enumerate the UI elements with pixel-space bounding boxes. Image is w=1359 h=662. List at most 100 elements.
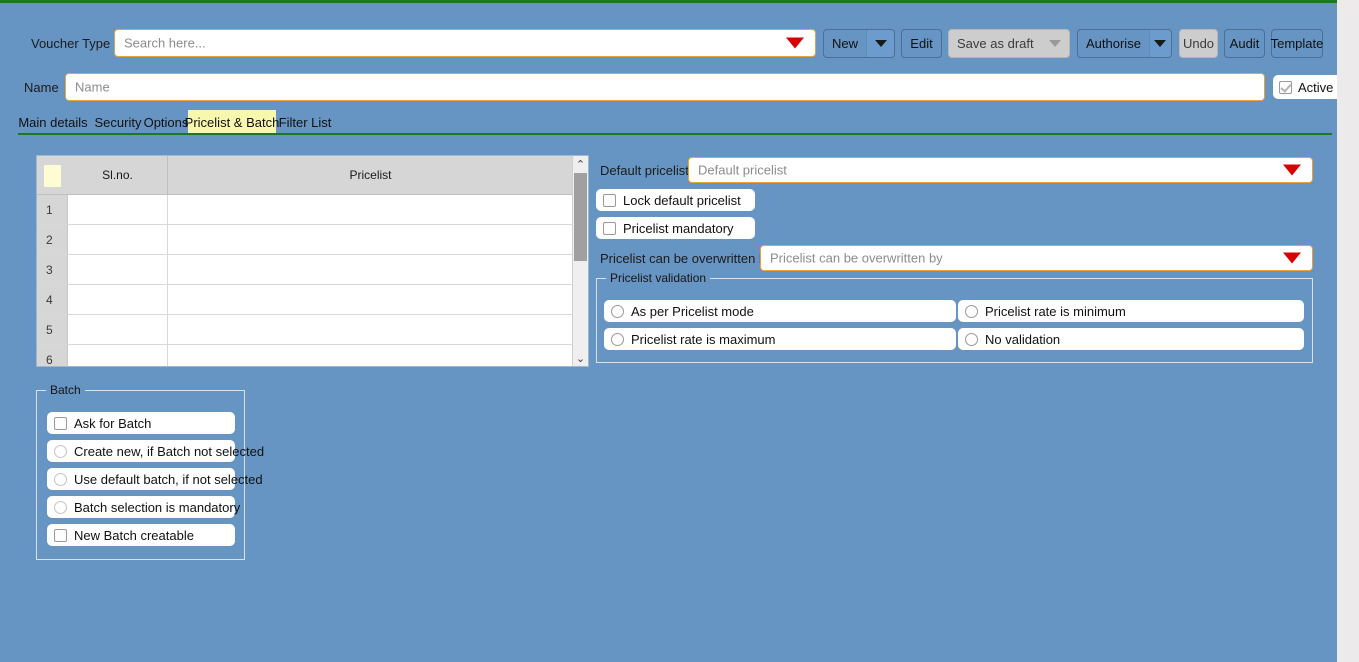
- new-batch-creatable-label: New Batch creatable: [74, 527, 194, 543]
- checkbox-icon[interactable]: [1279, 80, 1292, 94]
- active-checkbox-label: Active: [1298, 79, 1334, 95]
- chevron-down-icon[interactable]: [1283, 252, 1301, 264]
- radio-icon[interactable]: [54, 472, 67, 486]
- row-pricelist-cell[interactable]: [168, 225, 573, 254]
- checkbox-icon[interactable]: [603, 221, 616, 235]
- chevron-down-icon[interactable]: [786, 37, 804, 49]
- radio-as-per-pricelist-mode[interactable]: As per Pricelist mode: [604, 300, 956, 322]
- chevron-down-icon: [1154, 40, 1167, 47]
- table-row[interactable]: 2: [37, 225, 573, 255]
- chevron-down-icon: [1049, 40, 1062, 47]
- name-placeholder: Name: [75, 79, 110, 95]
- default-pricelist-dropdown[interactable]: Default pricelist: [688, 157, 1313, 183]
- row-number: 1: [37, 195, 68, 224]
- row-pricelist-cell[interactable]: [168, 195, 573, 224]
- tab-bar: Main details Security Options Pricelist …: [0, 110, 1337, 134]
- radio-icon[interactable]: [611, 304, 624, 318]
- save-as-draft-dropdown-toggle[interactable]: [1041, 30, 1069, 57]
- row-number: 3: [37, 255, 68, 284]
- radio-icon[interactable]: [611, 332, 624, 346]
- new-button[interactable]: New: [823, 29, 895, 58]
- voucher-type-search-input[interactable]: Search here...: [114, 29, 816, 57]
- audit-button[interactable]: Audit: [1224, 29, 1265, 58]
- table-row[interactable]: 4: [37, 285, 573, 315]
- pricelist-grid[interactable]: Sl.no. Pricelist 1 2 3 4 5 6 ⌃ ⌄: [36, 155, 589, 367]
- radio-batch-selection-is-mandatory[interactable]: Batch selection is mandatory: [47, 496, 240, 518]
- row-slno-cell[interactable]: [68, 195, 168, 224]
- tab-filter-list[interactable]: Filter List: [276, 110, 334, 134]
- scroll-down-icon[interactable]: ⌄: [573, 350, 588, 366]
- name-field[interactable]: Name: [65, 73, 1265, 101]
- checkbox-icon[interactable]: [54, 528, 67, 542]
- tab-main-details[interactable]: Main details: [16, 110, 90, 134]
- tab-pricelist-and-batch[interactable]: Pricelist & Batch: [185, 110, 279, 134]
- pricelist-mandatory-checkbox[interactable]: Pricelist mandatory: [596, 217, 755, 239]
- row-slno-cell[interactable]: [68, 255, 168, 284]
- pricelist-overwritten-by-placeholder: Pricelist can be overwritten by: [770, 250, 943, 266]
- tab-underline-divider: [18, 133, 1332, 135]
- row-slno-cell[interactable]: [68, 225, 168, 254]
- default-pricelist-label: Default pricelist: [600, 163, 689, 178]
- grid-vertical-scrollbar[interactable]: ⌃ ⌄: [572, 156, 588, 366]
- checkbox-icon[interactable]: [603, 193, 616, 207]
- pricelist-mandatory-label: Pricelist mandatory: [623, 220, 734, 236]
- row-slno-cell[interactable]: [68, 345, 168, 366]
- new-dropdown-toggle[interactable]: [866, 30, 894, 57]
- ask-for-batch-checkbox[interactable]: Ask for Batch: [47, 412, 235, 434]
- row-pricelist-cell[interactable]: [168, 255, 573, 284]
- scrollbar-thumb[interactable]: [574, 173, 587, 261]
- row-slno-cell[interactable]: [68, 315, 168, 344]
- grid-header-slno[interactable]: Sl.no.: [68, 156, 168, 194]
- radio-use-default-batch-if-not-selected[interactable]: Use default batch, if not selected: [47, 468, 263, 490]
- ask-for-batch-label: Ask for Batch: [74, 415, 152, 431]
- grid-header-selector-cell[interactable]: [37, 156, 68, 194]
- top-accent-bar: [0, 0, 1337, 3]
- undo-button[interactable]: Undo: [1179, 29, 1218, 58]
- new-button-label: New: [832, 36, 859, 51]
- table-row[interactable]: 3: [37, 255, 573, 285]
- row-pricelist-cell[interactable]: [168, 345, 573, 366]
- pricelist-overwritten-by-dropdown[interactable]: Pricelist can be overwritten by: [760, 245, 1313, 271]
- table-row[interactable]: 1: [37, 195, 573, 225]
- checkbox-icon[interactable]: [54, 416, 67, 430]
- voucher-type-placeholder: Search here...: [124, 35, 206, 51]
- radio-pricelist-rate-is-minimum[interactable]: Pricelist rate is minimum: [958, 300, 1304, 322]
- row-pricelist-cell[interactable]: [168, 315, 573, 344]
- name-label: Name: [24, 80, 59, 95]
- table-row[interactable]: 6: [37, 345, 573, 366]
- radio-label: Pricelist rate is minimum: [985, 303, 1126, 319]
- chevron-down-icon[interactable]: [1283, 164, 1301, 176]
- radio-create-new-if-batch-not-selected[interactable]: Create new, if Batch not selected: [47, 440, 264, 462]
- active-checkbox[interactable]: Active: [1273, 75, 1337, 99]
- new-batch-creatable-checkbox[interactable]: New Batch creatable: [47, 524, 235, 546]
- radio-label: Use default batch, if not selected: [74, 471, 263, 487]
- radio-icon[interactable]: [965, 332, 978, 346]
- save-as-draft-button[interactable]: Save as draft: [948, 29, 1070, 58]
- table-row[interactable]: 5: [37, 315, 573, 345]
- radio-pricelist-rate-is-maximum[interactable]: Pricelist rate is maximum: [604, 328, 956, 350]
- authorise-button[interactable]: Authorise: [1077, 29, 1172, 58]
- tab-security[interactable]: Security: [90, 110, 146, 134]
- grid-header-pricelist[interactable]: Pricelist: [168, 156, 573, 194]
- radio-icon[interactable]: [54, 500, 67, 514]
- edit-button[interactable]: Edit: [901, 29, 942, 58]
- radio-icon[interactable]: [965, 304, 978, 318]
- radio-label: Batch selection is mandatory: [74, 499, 241, 515]
- radio-icon[interactable]: [54, 444, 67, 458]
- radio-no-validation[interactable]: No validation: [958, 328, 1304, 350]
- row-number: 4: [37, 285, 68, 314]
- scroll-up-icon[interactable]: ⌃: [573, 156, 588, 172]
- application-window: Voucher Type Search here... New Edit Sav…: [0, 0, 1337, 662]
- lock-default-pricelist-label: Lock default pricelist: [623, 192, 741, 208]
- batch-group-legend: Batch: [46, 383, 85, 397]
- row-number: 5: [37, 315, 68, 344]
- row-slno-cell[interactable]: [68, 285, 168, 314]
- pricelist-validation-legend: Pricelist validation: [606, 271, 711, 285]
- row-number: 6: [37, 345, 68, 366]
- authorise-dropdown-toggle[interactable]: [1148, 30, 1171, 57]
- template-button[interactable]: Template: [1271, 29, 1323, 58]
- pricelist-overwritten-by-label: Pricelist can be overwritten by: [600, 251, 773, 266]
- lock-default-pricelist-checkbox[interactable]: Lock default pricelist: [596, 189, 755, 211]
- row-pricelist-cell[interactable]: [168, 285, 573, 314]
- row-number: 2: [37, 225, 68, 254]
